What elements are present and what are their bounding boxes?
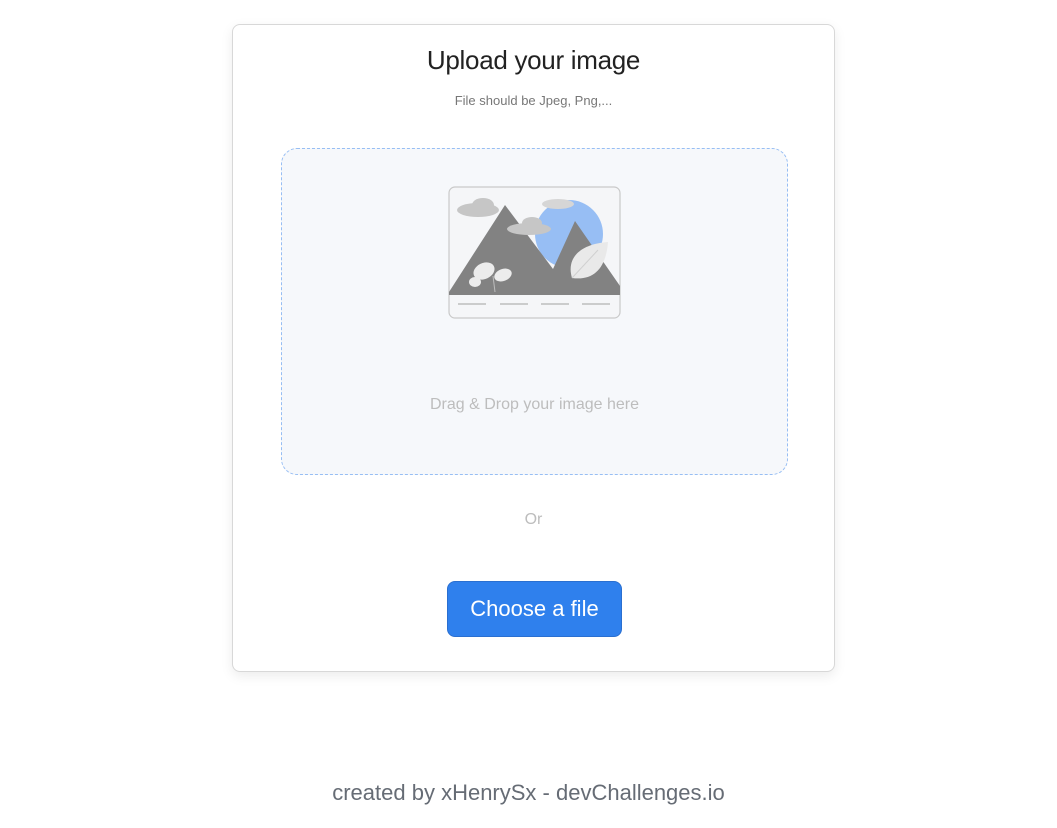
upload-card: Upload your image File should be Jpeg, P…	[232, 24, 835, 672]
card-title: Upload your image	[426, 45, 641, 75]
choose-file-button[interactable]: Choose a file	[447, 581, 622, 637]
footer-credit: created by xHenrySx - devChallenges.io	[332, 780, 725, 805]
image-placeholder-icon	[448, 186, 621, 319]
card-subtitle: File should be Jpeg, Png,...	[454, 93, 613, 108]
drop-zone-label: Drag & Drop your image here	[430, 396, 639, 413]
drop-zone[interactable]: Drag & Drop your image here	[281, 148, 788, 475]
or-separator: Or	[524, 511, 543, 528]
